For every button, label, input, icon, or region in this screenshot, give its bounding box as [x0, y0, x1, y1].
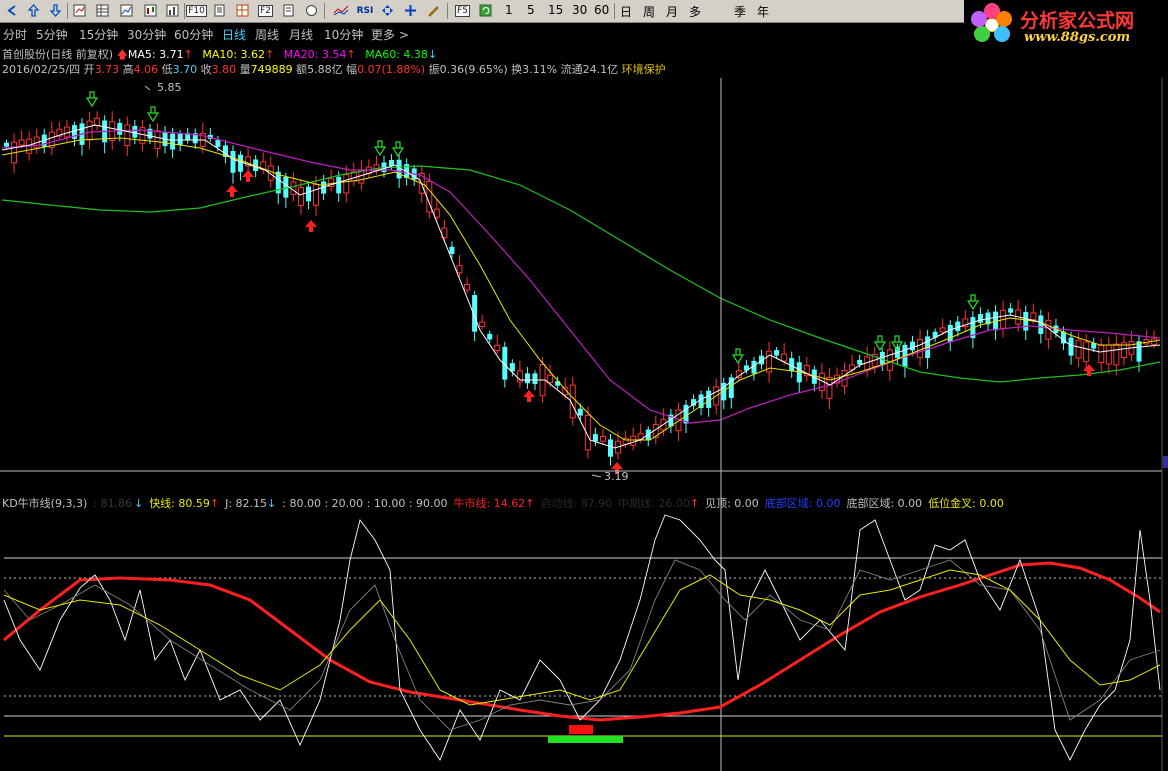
- candle: [170, 133, 176, 150]
- candle: [917, 339, 924, 358]
- candle: [494, 344, 501, 352]
- candle: [433, 208, 440, 218]
- candle: [630, 435, 637, 446]
- price-chart[interactable]: 5.85 3.19: [0, 0, 1168, 771]
- candle: [464, 283, 471, 291]
- candle: [857, 359, 863, 365]
- kd-j-line: [3, 514, 1161, 762]
- high-mark-pointer: [144, 85, 151, 91]
- ma5-line: [1, 124, 1161, 449]
- candle: [1113, 343, 1120, 366]
- candle: [1083, 341, 1090, 363]
- candle: [313, 183, 320, 206]
- candle: [124, 124, 131, 147]
- candle: [592, 434, 598, 442]
- candle: [215, 140, 221, 148]
- low-mark-label: 3.19: [604, 470, 629, 483]
- indicator-name[interactable]: KD牛市线(9,3,3): [2, 497, 87, 510]
- candle: [1068, 337, 1074, 356]
- right-price-tag: [1163, 456, 1168, 468]
- candle: [1105, 344, 1112, 365]
- candle: [547, 374, 554, 383]
- indicator-bull-line: 牛市线: 14.62: [453, 497, 526, 510]
- candle: [1136, 341, 1142, 362]
- candle: [4, 142, 9, 147]
- bottom-zone-bar: [548, 736, 623, 743]
- candle: [826, 376, 833, 399]
- candle: [343, 174, 350, 194]
- candle: [1030, 312, 1037, 321]
- candle: [154, 130, 161, 149]
- candle: [1075, 339, 1082, 359]
- buy-signal-icon: [242, 170, 254, 182]
- candle: [117, 122, 123, 135]
- candle: [1098, 344, 1105, 363]
- candle: [1008, 308, 1014, 313]
- indicator-fast-line: 快线: 80.59: [149, 497, 210, 510]
- sell-signal-icon: [85, 91, 99, 108]
- candle: [18, 139, 25, 146]
- candle: [599, 435, 606, 442]
- candle: [781, 353, 788, 362]
- indicator-hidden-2: 中期线: 26.00: [618, 497, 690, 510]
- indicator-bottom-zone-blue: 底部区域: 0.00: [764, 497, 841, 510]
- candle: [608, 439, 613, 457]
- sell-signal-icon: [731, 348, 745, 365]
- golden-cross-bar: [569, 725, 593, 734]
- high-mark-label: 5.85: [157, 81, 182, 94]
- candle: [1023, 311, 1029, 331]
- candle: [524, 373, 530, 384]
- sell-signal-icon: [373, 140, 387, 157]
- buy-signal-icon: [305, 220, 317, 232]
- candle: [94, 117, 101, 127]
- candle: [290, 181, 297, 195]
- indicator-hidden-1: 启动线: 87.90: [540, 497, 613, 510]
- sell-signal-icon: [146, 106, 160, 123]
- indicator-bottom-zone: 底部区域: 0.00: [846, 497, 923, 510]
- candle: [1038, 315, 1044, 334]
- candle: [910, 341, 915, 351]
- sell-signal-icon: [966, 294, 980, 311]
- candle: [774, 350, 780, 356]
- candle: [238, 154, 244, 172]
- candle: [177, 133, 183, 145]
- buy-signal-icon: [523, 390, 535, 402]
- indicator-slow-line: : 81.86: [93, 497, 132, 510]
- candle: [886, 349, 893, 371]
- buy-signal-icon: [226, 185, 238, 197]
- ma60-line: [1, 165, 1161, 383]
- candle: [230, 150, 236, 173]
- candle: [132, 125, 138, 138]
- ma20-line: [1, 129, 1161, 424]
- candle: [939, 327, 946, 333]
- sell-signal-icon: [873, 335, 887, 352]
- candle: [555, 381, 561, 386]
- indicator-j-line: J: 82.15: [225, 497, 268, 510]
- indicator-golden-cross: 低位金叉: 0.00: [928, 497, 1004, 510]
- candle: [456, 265, 463, 274]
- candle: [449, 246, 455, 254]
- low-mark-pointer: [591, 474, 602, 478]
- candle: [577, 408, 583, 416]
- indicator-legend: KD牛市线(9,3,3): 81.86 ↓ 快线: 80.59↑ J: 82.15↓:…: [2, 497, 1004, 510]
- candle: [532, 373, 538, 384]
- sell-signal-icon: [391, 141, 405, 158]
- candle: [479, 321, 486, 327]
- candle: [336, 176, 342, 194]
- candle: [947, 324, 953, 343]
- ma10-line: [1, 137, 1161, 441]
- kd-k-line: [3, 559, 1161, 731]
- candle: [487, 333, 493, 340]
- candle: [306, 186, 311, 202]
- indicator-levels: : 80.00 : 20.00 : 10.00 : 90.00: [282, 497, 448, 510]
- indicator-top-signal: 见顶: 0.00: [705, 497, 759, 510]
- candle: [86, 120, 93, 141]
- candle: [297, 187, 304, 206]
- candle: [977, 313, 983, 323]
